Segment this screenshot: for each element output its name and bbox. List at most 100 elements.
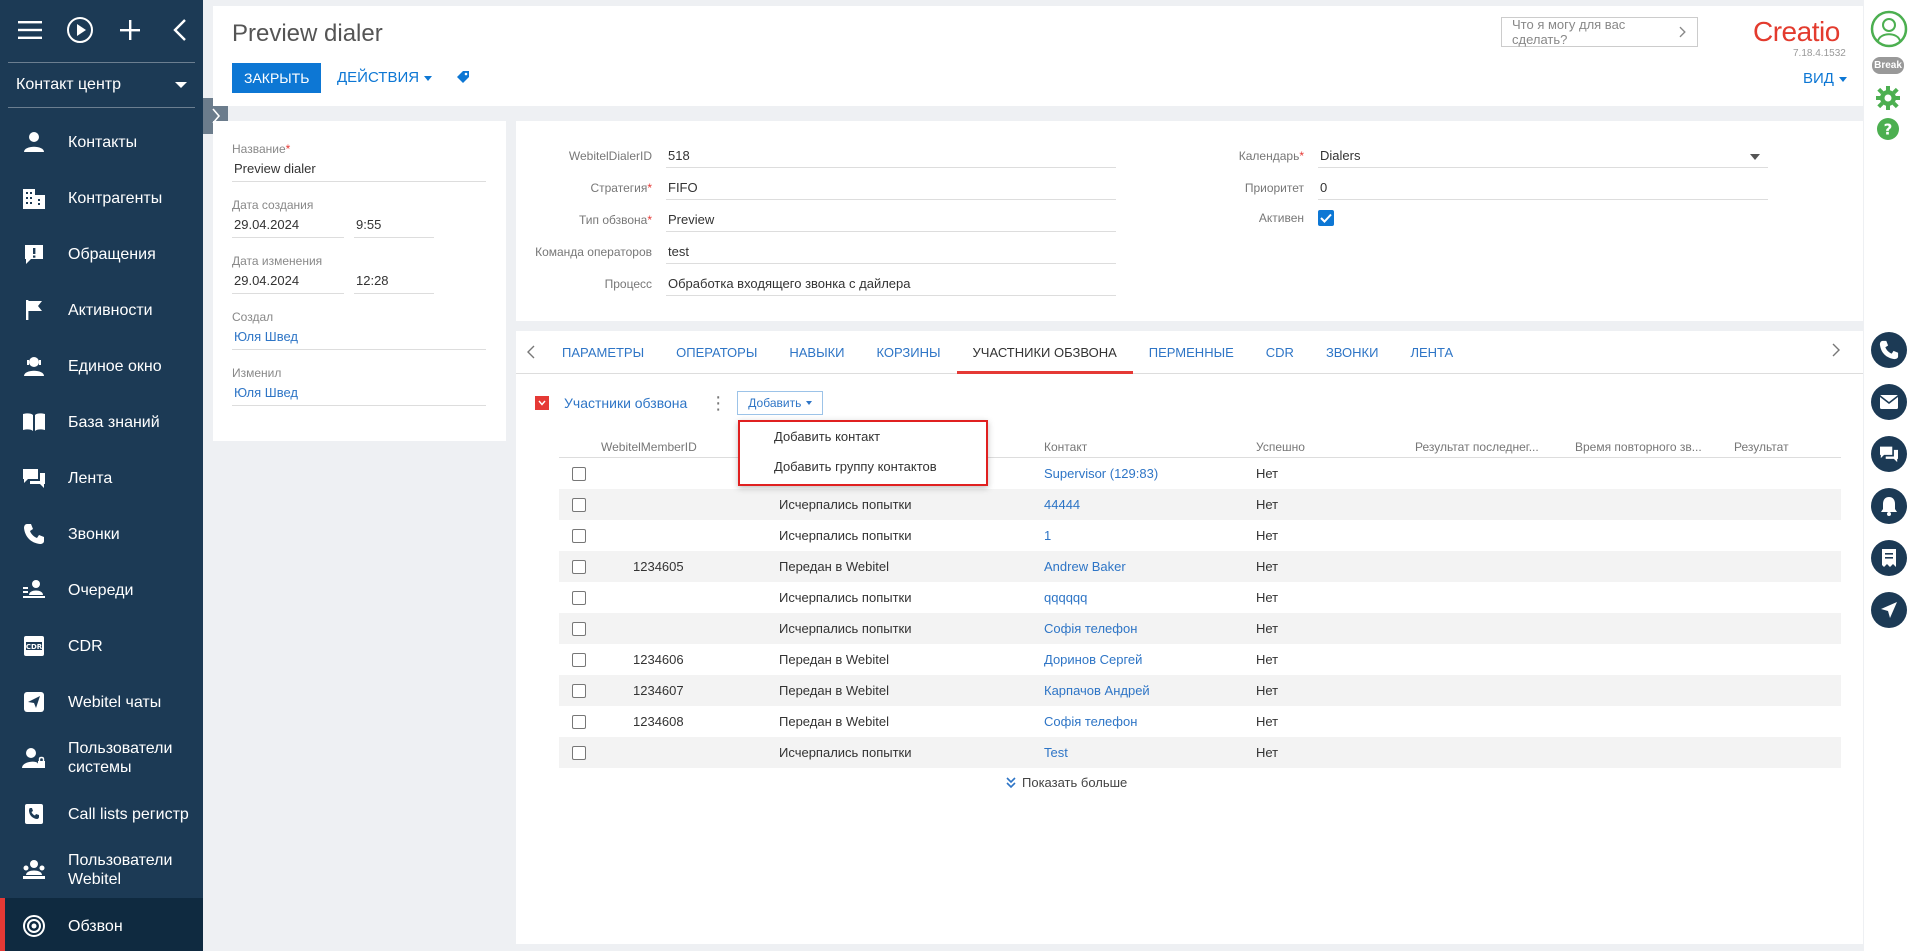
author-link[interactable]: Юля Швед (232, 324, 486, 350)
row-checkbox[interactable] (572, 590, 586, 605)
contact-link[interactable]: Supervisor (129:83) (1044, 466, 1256, 481)
contact-link[interactable]: Andrew Baker (1044, 559, 1256, 574)
contact-link[interactable]: Софія телефон (1044, 714, 1256, 729)
table-row[interactable]: Исчерпались попытки Софія телефон Нет (559, 613, 1841, 644)
tab-parameters[interactable]: ПАРАМЕТРЫ (546, 331, 660, 374)
tab-skills[interactable]: НАВЫКИ (773, 331, 860, 374)
tab-calls[interactable]: ЗВОНКИ (1310, 331, 1395, 374)
add-button[interactable]: Добавить (737, 391, 824, 415)
bell-icon[interactable] (1871, 488, 1907, 524)
sidebar-item-queues[interactable]: Очереди (0, 562, 203, 618)
sidebar-item-cdr[interactable]: CDR CDR (0, 618, 203, 674)
workspace-select[interactable]: Контакт центр (8, 62, 195, 108)
tag-icon[interactable] (456, 70, 470, 87)
table-row[interactable]: 1234606 Передан в Webitel Доринов Сергей Не… (559, 644, 1841, 675)
table-row[interactable]: Исчерпались попытки 44444 Нет (559, 489, 1841, 520)
send-icon[interactable] (1871, 592, 1907, 628)
sidebar-item-dialer[interactable]: Обзвон (0, 898, 203, 951)
email-icon[interactable] (1871, 384, 1907, 420)
table-row[interactable]: 1234607 Передан в Webitel Карпачов Андрей Н… (559, 675, 1841, 706)
editor-link[interactable]: Юля Швед (232, 380, 486, 406)
column-header[interactable]: Время повторного зв... (1575, 437, 1734, 457)
sidebar-item-accounts[interactable]: Контрагенты (0, 170, 203, 226)
row-checkbox[interactable] (572, 652, 586, 667)
table-row[interactable]: 1234608 Передан в Webitel Софія телефон Нет (559, 706, 1841, 737)
sidebar-item-webitel-users[interactable]: Пользователи Webitel (0, 842, 203, 898)
menu-item-add-contact[interactable]: Добавить контакт (740, 426, 986, 456)
plus-icon[interactable] (112, 12, 148, 48)
dialer-id-input[interactable]: 518 (666, 144, 1116, 168)
table-row[interactable]: Исчерпались попытки 1 Нет (559, 520, 1841, 551)
show-more-button[interactable]: Показать больше (1006, 775, 1127, 790)
chat-icon[interactable] (1871, 436, 1907, 472)
tab-feed[interactable]: ЛЕНТА (1394, 331, 1469, 374)
members-group-title[interactable]: Участники обзвона (564, 395, 687, 411)
row-checkbox[interactable] (572, 497, 586, 512)
dial-type-input[interactable]: Preview (666, 208, 1116, 232)
status-badge[interactable]: Break (1872, 57, 1904, 74)
menu-item-add-contact-group[interactable]: Добавить группу контактов (740, 456, 986, 486)
user-avatar-icon[interactable] (1870, 10, 1908, 51)
sidebar-item-calls[interactable]: Звонки (0, 506, 203, 562)
row-checkbox[interactable] (572, 714, 586, 729)
active-row: Активен (1168, 210, 1334, 226)
priority-input[interactable]: 0 (1318, 176, 1768, 200)
active-checkbox[interactable] (1318, 210, 1334, 226)
column-header[interactable]: Успешно (1256, 437, 1415, 457)
name-input[interactable]: Preview dialer (232, 156, 486, 182)
close-button[interactable]: ЗАКРЫТЬ (232, 63, 322, 93)
sidebar-item-single-window[interactable]: Единое окно (0, 338, 203, 394)
row-checkbox[interactable] (572, 559, 586, 574)
row-checkbox[interactable] (572, 683, 586, 698)
sidebar-item-system-users[interactable]: Пользователи системы (0, 730, 203, 786)
sidebar-item-contacts[interactable]: Контакты (0, 114, 203, 170)
calendar-select[interactable]: Dialers (1318, 144, 1768, 168)
row-checkbox[interactable] (572, 466, 586, 481)
tab-operators[interactable]: ОПЕРАТОРЫ (660, 331, 773, 374)
contact-link[interactable]: Софія телефон (1044, 621, 1256, 636)
table-row[interactable]: Исчерпались попытки Test Нет (559, 737, 1841, 768)
sidebar-item-activities[interactable]: Активности (0, 282, 203, 338)
row-checkbox[interactable] (572, 745, 586, 760)
tabs-scroll-left-icon[interactable] (516, 345, 546, 359)
column-header[interactable]: Контакт (1044, 437, 1256, 457)
tab-dialer-members[interactable]: УЧАСТНИКИ ОБЗВОНА (956, 331, 1133, 374)
sidebar-item-knowledge-base[interactable]: База знаний (0, 394, 203, 450)
table-row[interactable]: Исчерпались попытки qqqqqq Нет (559, 582, 1841, 613)
contact-link[interactable]: 1 (1044, 528, 1256, 543)
view-button[interactable]: ВИД (1803, 70, 1847, 87)
collapse-group-icon[interactable] (535, 396, 549, 410)
play-icon[interactable] (62, 12, 98, 48)
sidebar-item-call-lists[interactable]: Call lists регистр (0, 786, 203, 842)
sidebar-item-feed[interactable]: Лента (0, 450, 203, 506)
command-search-input[interactable]: Что я могу для вас сделать? (1501, 17, 1698, 47)
row-checkbox[interactable] (572, 528, 586, 543)
menu-icon[interactable] (12, 12, 48, 48)
tab-buckets[interactable]: КОРЗИНЫ (861, 331, 957, 374)
phone-call-icon[interactable] (1871, 332, 1907, 368)
contact-link[interactable]: qqqqqq (1044, 590, 1256, 605)
dial-type-label: Тип обзвона* (578, 213, 652, 227)
tab-cdr[interactable]: CDR (1250, 331, 1310, 374)
contact-link[interactable]: 44444 (1044, 497, 1256, 512)
strategy-input[interactable]: FIFO (666, 176, 1116, 200)
contact-link[interactable]: Доринов Сергей (1044, 652, 1256, 667)
gear-icon[interactable] (1876, 86, 1900, 113)
tabs-scroll-right-icon[interactable] (1821, 343, 1851, 357)
row-checkbox[interactable] (572, 621, 586, 636)
column-header[interactable]: Результат последнег... (1415, 437, 1575, 457)
contact-link[interactable]: Test (1044, 745, 1256, 760)
collapse-left-icon[interactable] (162, 12, 198, 48)
tab-variables[interactable]: ПЕРМЕННЫЕ (1133, 331, 1250, 374)
table-row[interactable]: 1234605 Передан в Webitel Andrew Baker Нет (559, 551, 1841, 582)
sidebar-item-webitel-chats[interactable]: Webitel чаты (0, 674, 203, 730)
help-icon[interactable]: ? (1876, 117, 1900, 144)
actions-button[interactable]: ДЕЙСТВИЯ (337, 63, 433, 93)
process-input[interactable]: Обработка входящего звонка с дайлера (666, 272, 1116, 296)
sidebar-item-cases[interactable]: Обращения (0, 226, 203, 282)
team-input[interactable]: test (666, 240, 1116, 264)
contact-link[interactable]: Карпачов Андрей (1044, 683, 1256, 698)
column-header[interactable]: Результат (1734, 437, 1841, 457)
document-icon[interactable] (1871, 540, 1907, 576)
more-options-icon[interactable]: ⋮ (709, 394, 727, 412)
